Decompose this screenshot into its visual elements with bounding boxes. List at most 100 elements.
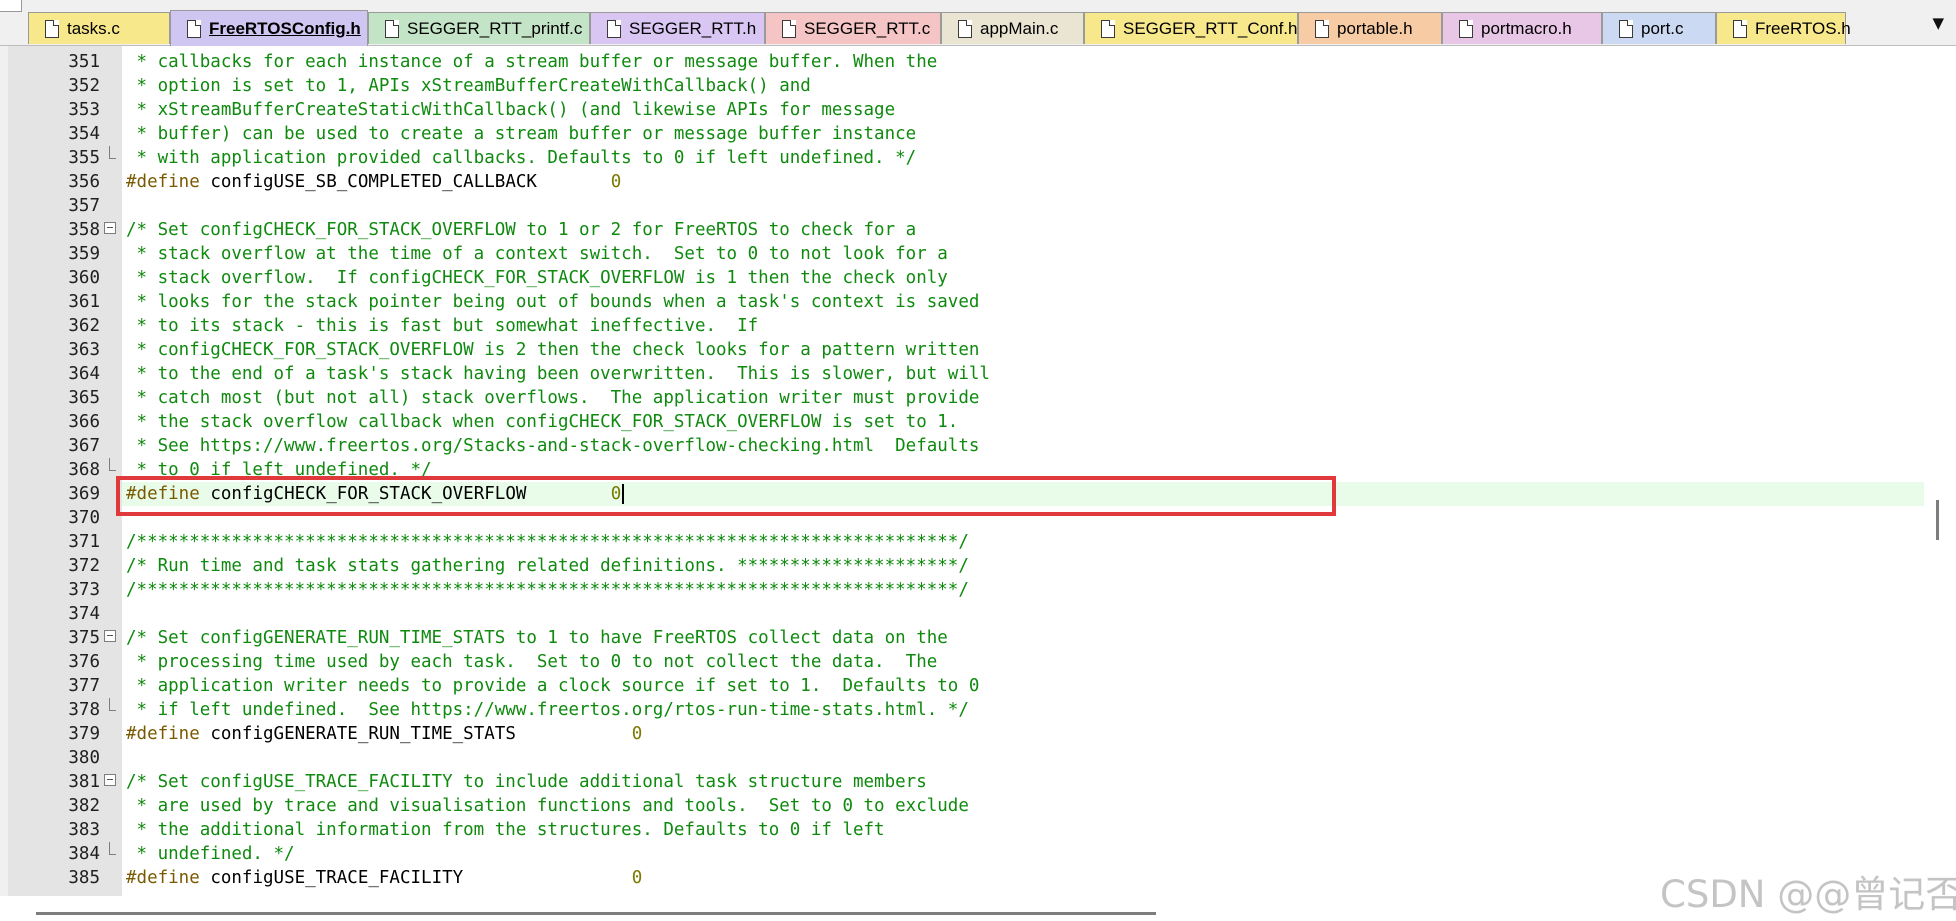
code-line[interactable]: 366 * the stack overflow callback when c… <box>8 410 1956 434</box>
define-statement: #define configUSE_SB_COMPLETED_CALLBACK … <box>126 170 621 194</box>
code-line[interactable]: 360 * stack overflow. If configCHECK_FOR… <box>8 266 1956 290</box>
line-number: 370 <box>68 508 100 528</box>
file-icon <box>187 20 201 38</box>
line-number: 368 <box>68 460 100 480</box>
code-line[interactable]: 358 /* Set configCHECK_FOR_STACK_OVERFLOW… <box>8 218 1956 242</box>
code-line[interactable]: 370 <box>8 506 1956 530</box>
file-icon <box>1459 20 1473 38</box>
line-number: 365 <box>68 388 100 408</box>
vertical-scrollbar-thumb[interactable] <box>1936 500 1939 540</box>
tab-label: FreeRTOSConfig.h <box>209 18 361 38</box>
comment-text: /* Set configCHECK_FOR_STACK_OVERFLOW to… <box>126 220 917 240</box>
code-line[interactable]: 359 * stack overflow at the time of a co… <box>8 242 1956 266</box>
tab-label: portable.h <box>1337 18 1413 38</box>
comment-text: * to the end of a task's stack having be… <box>126 364 990 384</box>
comment-text: * catch most (but not all) stack overflo… <box>126 388 980 408</box>
code-line[interactable]: 363 * configCHECK_FOR_STACK_OVERFLOW is … <box>8 338 1956 362</box>
line-number: 381 <box>68 772 100 792</box>
comment-text: * to 0 if left undefined. */ <box>126 460 432 480</box>
code-line[interactable]: 351 * callbacks for each instance of a s… <box>8 50 1956 74</box>
code-line[interactable]: 371 /************************************… <box>8 530 1956 554</box>
code-line[interactable]: 361 * looks for the stack pointer being … <box>8 290 1956 314</box>
tab-segger-rtt-c[interactable]: SEGGER_RTT.c <box>765 12 941 44</box>
tab-appmain-c[interactable]: appMain.c <box>941 12 1084 44</box>
file-icon <box>782 20 796 38</box>
file-icon <box>385 20 399 38</box>
code-line[interactable]: 353 * xStreamBufferCreateStaticWithCallb… <box>8 98 1956 122</box>
code-line[interactable]: 378 * if left undefined. See https://www… <box>8 698 1956 722</box>
code-line[interactable]: 365 * catch most (but not all) stack ove… <box>8 386 1956 410</box>
watermark: CSDN @@曾记否 <box>1660 873 1956 916</box>
tab-segger-rtt-printf-c[interactable]: SEGGER_RTT_printf.c <box>368 12 590 44</box>
tab-port-c[interactable]: port.c <box>1602 12 1716 44</box>
fold-end-marker <box>109 698 116 711</box>
file-icon <box>1733 20 1747 38</box>
code-line[interactable]: 369 #define configCHECK_FOR_STACK_OVERFLO… <box>68 482 1932 506</box>
code-line[interactable]: 352 * option is set to 1, APIs xStreamBu… <box>8 74 1956 98</box>
chevron-down-icon[interactable]: ▼ <box>1932 14 1944 32</box>
code-line[interactable]: 374 <box>8 602 1956 626</box>
tab-label: tasks.c <box>67 18 120 38</box>
fold-collapse-icon[interactable] <box>104 774 116 786</box>
comment-text: * if left undefined. See https://www.fre… <box>126 700 969 720</box>
vertical-scrollbar[interactable] <box>1924 46 1956 896</box>
comment-text: * option is set to 1, APIs xStreamBuffer… <box>126 76 811 96</box>
comment-text: * to its stack - this is fast but somewh… <box>126 316 759 336</box>
code-line[interactable]: 364 * to the end of a task's stack havin… <box>8 362 1956 386</box>
code-line[interactable]: 380 <box>8 746 1956 770</box>
code-line[interactable]: 381 /* Set configUSE_TRACE_FACILITY to in… <box>8 770 1956 794</box>
code-editor[interactable]: 351 * callbacks for each instance of a s… <box>8 46 1956 896</box>
comment-text: /***************************************… <box>126 580 969 600</box>
line-number: 372 <box>68 556 100 576</box>
code-line[interactable]: 356 #define configUSE_SB_COMPLETED_CALLBA… <box>8 170 1956 194</box>
tab-bar-corner <box>0 0 22 12</box>
comment-text: /***************************************… <box>126 532 969 552</box>
code-line[interactable]: 379 #define configGENERATE_RUN_TIME_STATS… <box>8 722 1956 746</box>
code-line[interactable]: 367 * See https://www.freertos.org/Stack… <box>8 434 1956 458</box>
line-number: 376 <box>68 652 100 672</box>
code-line[interactable]: 373 /************************************… <box>8 578 1956 602</box>
code-line[interactable]: 368 * to 0 if left undefined. */ <box>8 458 1956 482</box>
fold-collapse-icon[interactable] <box>104 222 116 234</box>
code-line[interactable]: 377 * application writer needs to provid… <box>8 674 1956 698</box>
code-line[interactable]: 357 <box>8 194 1956 218</box>
tab-portmacro-h[interactable]: portmacro.h <box>1442 12 1602 44</box>
tab-freertosconfig-h[interactable]: FreeRTOSConfig.h <box>170 10 368 46</box>
file-icon <box>958 20 972 38</box>
macro-name: configCHECK_FOR_STACK_OVERFLOW <box>210 484 527 504</box>
code-line[interactable]: 382 * are used by trace and visualisatio… <box>8 794 1956 818</box>
preprocessor-keyword: #define <box>126 724 200 744</box>
comment-text: /* Set configGENERATE_RUN_TIME_STATS to … <box>126 628 948 648</box>
code-line[interactable]: 362 * to its stack - this is fast but so… <box>8 314 1956 338</box>
comment-text: * callbacks for each instance of a strea… <box>126 52 938 72</box>
line-number: 361 <box>68 292 100 312</box>
code-line[interactable]: 376 * processing time used by each task.… <box>8 650 1956 674</box>
code-line[interactable]: 383 * the additional information from th… <box>8 818 1956 842</box>
code-line[interactable]: 355 * with application provided callback… <box>8 146 1956 170</box>
code-line[interactable]: 384 * undefined. */ <box>8 842 1956 866</box>
tab-freertos-h[interactable]: FreeRTOS.h <box>1716 12 1851 44</box>
file-icon <box>1619 20 1633 38</box>
tab-label: SEGGER_RTT_Conf.h <box>1123 18 1298 38</box>
line-number: 362 <box>68 316 100 336</box>
code-line[interactable]: 372 /* Run time and task stats gathering … <box>8 554 1956 578</box>
line-number: 385 <box>68 868 100 888</box>
horizontal-scrollbar-thumb[interactable] <box>36 912 1156 915</box>
code-line[interactable]: 354 * buffer) can be used to create a st… <box>8 122 1956 146</box>
line-number: 369 <box>68 484 100 504</box>
line-number: 366 <box>68 412 100 432</box>
line-number: 371 <box>68 532 100 552</box>
line-number: 355 <box>68 148 100 168</box>
line-number: 380 <box>68 748 100 768</box>
macro-value: 0 <box>610 484 622 504</box>
tab-segger-rtt-h[interactable]: SEGGER_RTT.h <box>590 12 765 44</box>
text-caret <box>622 484 625 504</box>
define-statement: #define configCHECK_FOR_STACK_OVERFLOW 0 <box>126 482 625 506</box>
fold-collapse-icon[interactable] <box>104 630 116 642</box>
tab-segger-rtt-conf-h[interactable]: SEGGER_RTT_Conf.h <box>1084 12 1298 44</box>
tab-tasks-c[interactable]: tasks.c <box>28 12 170 44</box>
code-line[interactable]: 375 /* Set configGENERATE_RUN_TIME_STATS … <box>8 626 1956 650</box>
tab-portable-h[interactable]: portable.h <box>1298 12 1442 44</box>
editor-left-border <box>0 46 8 921</box>
line-number: 383 <box>68 820 100 840</box>
